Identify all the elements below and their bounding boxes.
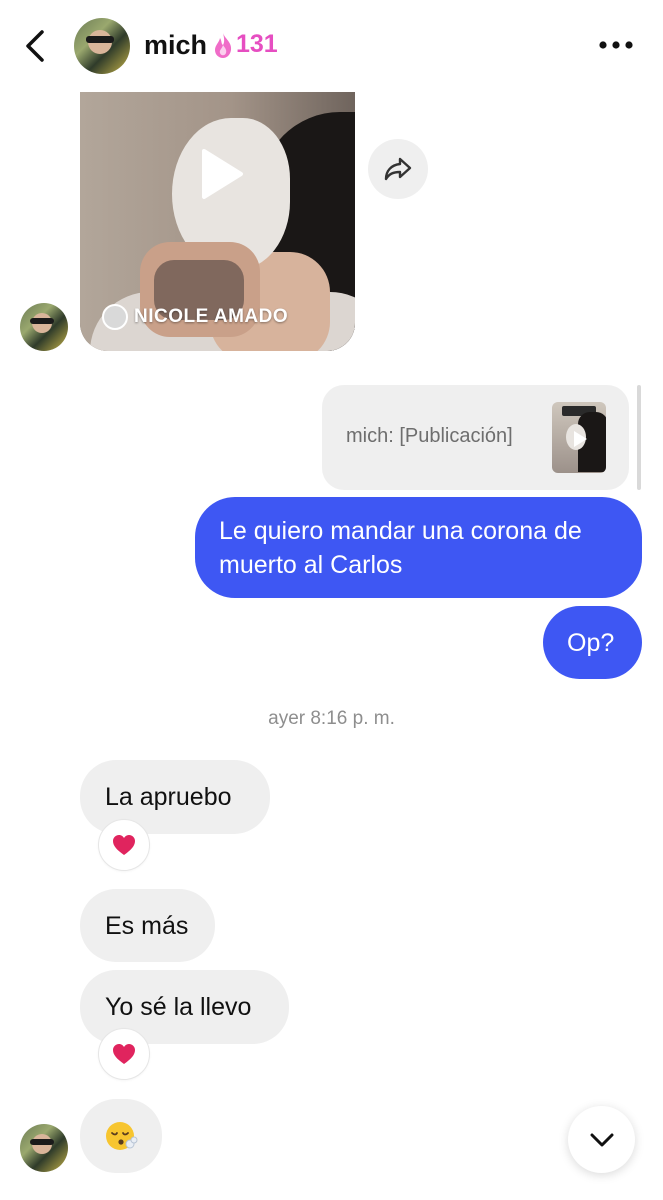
message-text: Le quiero mandar una corona de muerto al…: [219, 517, 582, 579]
sender-avatar[interactable]: [20, 303, 68, 351]
play-icon: [574, 431, 587, 447]
post-author-avatar: [102, 304, 128, 330]
contact-name[interactable]: mich: [144, 30, 207, 61]
heart-icon: [113, 1044, 135, 1064]
contact-avatar[interactable]: [74, 18, 130, 74]
face-exhaling-emoji-icon: [106, 1122, 138, 1150]
scroll-to-bottom-button[interactable]: [568, 1106, 635, 1173]
streak-count: 131: [236, 30, 278, 58]
heart-reaction[interactable]: [98, 1028, 150, 1080]
play-icon[interactable]: [200, 148, 244, 200]
reply-quote-text: mich: [Publicación]: [346, 425, 513, 447]
outgoing-message[interactable]: Le quiero mandar una corona de muerto al…: [195, 497, 642, 598]
post-author[interactable]: NICOLE AMADO: [102, 304, 288, 330]
message-timestamp: ayer 8:16 p. m.: [268, 708, 395, 729]
message-text: Yo sé la llevo: [105, 993, 252, 1021]
shared-video-post[interactable]: NICOLE AMADO: [80, 92, 355, 351]
message-text: La apruebo: [105, 783, 232, 811]
reply-quote[interactable]: mich: [Publicación]: [322, 385, 629, 490]
reply-quote-bar: [637, 385, 641, 490]
incoming-emoji-message[interactable]: [80, 1099, 162, 1173]
heart-icon: [113, 835, 135, 855]
sender-avatar[interactable]: [20, 1124, 68, 1172]
share-button[interactable]: [368, 139, 428, 199]
share-arrow-icon: [384, 157, 412, 181]
incoming-message[interactable]: Es más: [80, 889, 215, 962]
outgoing-message[interactable]: Op?: [543, 606, 642, 679]
reply-quote-thumbnail: [552, 402, 606, 473]
more-options-icon[interactable]: [598, 38, 634, 52]
chat-header: mich 131: [0, 0, 663, 92]
streak-badge: 131: [212, 30, 278, 59]
post-author-name: NICOLE AMADO: [134, 306, 289, 327]
heart-reaction[interactable]: [98, 819, 150, 871]
flame-icon: [215, 32, 232, 58]
back-arrow-icon[interactable]: [22, 28, 52, 64]
message-text: Es más: [105, 912, 189, 940]
message-text: Op?: [567, 629, 615, 657]
chevron-down-icon: [590, 1133, 613, 1146]
